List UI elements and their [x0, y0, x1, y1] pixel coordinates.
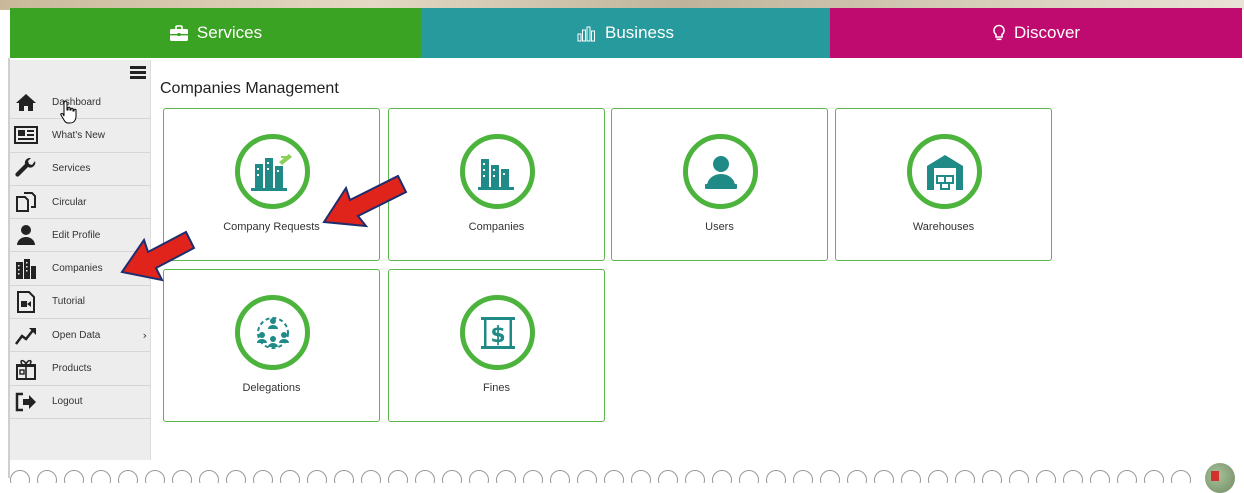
- app-frame: Services Business Discover Dashboard Wha…: [0, 0, 1244, 493]
- decorative-footer-pattern: [10, 470, 1210, 483]
- tab-business-label: Business: [605, 23, 674, 42]
- wrench-icon: [14, 157, 38, 181]
- buildings-icon: [14, 257, 38, 281]
- top-navigation: Services Business Discover: [10, 8, 1242, 58]
- card-delegations[interactable]: Delegations: [163, 269, 380, 422]
- company-request-icon: [235, 134, 310, 209]
- video-file-icon: [14, 290, 38, 314]
- card-warehouses[interactable]: Warehouses: [835, 108, 1052, 261]
- card-fines[interactable]: $ Fines: [388, 269, 605, 422]
- newspaper-icon: [14, 123, 38, 147]
- tab-discover[interactable]: Discover: [830, 8, 1242, 58]
- card-label: Users: [705, 221, 734, 233]
- briefcase-icon: [169, 24, 189, 42]
- delegations-icon: [235, 295, 310, 370]
- tab-discover-label: Discover: [1013, 23, 1081, 42]
- sidebar-item-label: Products: [52, 363, 92, 375]
- menu-toggle-icon[interactable]: [130, 66, 146, 80]
- sidebar-item-label: Edit Profile: [52, 229, 101, 241]
- fines-icon: $: [460, 295, 535, 370]
- sidebar-item-label: Services: [52, 163, 91, 175]
- sidebar-item-services[interactable]: Services: [10, 153, 151, 186]
- card-label: Companies: [468, 221, 525, 233]
- card-label: Fines: [483, 382, 510, 394]
- sidebar-item-label: Open Data: [52, 329, 101, 341]
- sidebar-item-label: What's New: [52, 129, 106, 141]
- sidebar-item-products[interactable]: Products: [10, 352, 151, 386]
- page-title: Companies Management: [160, 80, 339, 97]
- sidebar-item-label: Companies: [52, 263, 103, 275]
- gift-icon: [14, 357, 38, 381]
- sidebar-item-label: Logout: [52, 396, 83, 408]
- home-icon: [14, 90, 38, 114]
- lightbulb-icon: [992, 24, 1006, 42]
- tab-business[interactable]: Business: [421, 8, 830, 58]
- card-label: Warehouses: [912, 221, 975, 233]
- trend-icon: [14, 323, 38, 347]
- sidebar-item-logout[interactable]: Logout: [10, 386, 151, 419]
- card-users[interactable]: Users: [611, 108, 828, 261]
- logout-icon: [14, 390, 38, 414]
- card-label: Delegations: [242, 382, 301, 394]
- chat-widget-icon[interactable]: [1205, 463, 1235, 493]
- user-icon: [14, 223, 38, 247]
- sidebar-item-label: Circular: [52, 196, 87, 208]
- sidebar-item-whats-new[interactable]: What's New: [10, 119, 151, 153]
- hand-cursor-icon: [60, 100, 77, 124]
- tab-services-label: Services: [196, 23, 263, 42]
- chevron-right-icon[interactable]: ›: [143, 329, 147, 342]
- users-icon: [683, 134, 758, 209]
- sidebar-item-circular[interactable]: Circular: [10, 186, 151, 220]
- red-arrow-annotation: [322, 174, 408, 228]
- sidebar-item-dashboard[interactable]: Dashboard: [10, 86, 151, 120]
- documents-icon: [14, 190, 38, 214]
- warehouse-icon: [907, 134, 982, 209]
- bar-chart-icon: [577, 25, 597, 42]
- svg-text:$: $: [490, 323, 505, 348]
- sidebar-item-label: Tutorial: [52, 296, 85, 308]
- tab-services[interactable]: Services: [10, 8, 421, 58]
- companies-icon: [460, 134, 535, 209]
- sidebar-item-tutorial[interactable]: Tutorial: [10, 286, 151, 320]
- red-arrow-annotation: [120, 230, 196, 282]
- card-companies[interactable]: Companies: [388, 108, 605, 261]
- sidebar-item-open-data[interactable]: Open Data ›: [10, 319, 151, 353]
